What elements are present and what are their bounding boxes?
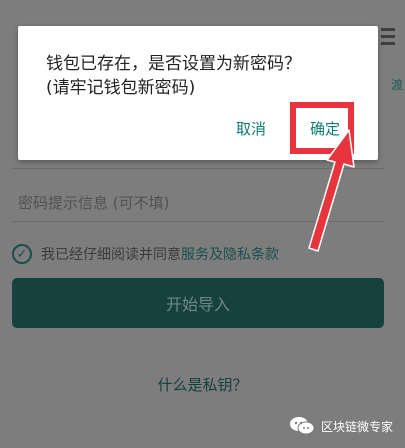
field-divider bbox=[12, 168, 384, 169]
highlight-box bbox=[290, 102, 354, 154]
cancel-button[interactable]: 取消 bbox=[236, 118, 266, 139]
dialog-message: 钱包已存在，是否设置为新密码？ bbox=[46, 54, 301, 74]
watermark-text: 区块链微专家 bbox=[320, 419, 393, 434]
check-icon: ✓ bbox=[16, 246, 28, 262]
agree-row: ✓ 我已经仔细阅读并同意 服务及隐私条款 bbox=[12, 244, 279, 264]
menu-icon[interactable] bbox=[381, 28, 395, 49]
terms-link[interactable]: 服务及隐私条款 bbox=[181, 244, 279, 264]
dialog-submessage: (请牢记钱包新密码) bbox=[46, 78, 196, 98]
agree-checkbox[interactable]: ✓ bbox=[12, 244, 32, 264]
app-screen: 渡 密码提示信息 (可不填) ✓ 我已经仔细阅读并同意 服务及隐私条款 开始导入 … bbox=[0, 0, 405, 448]
what-is-private-key-link[interactable]: 什么是私钥？ bbox=[0, 374, 405, 395]
hint-divider bbox=[12, 221, 384, 222]
wechat-icon bbox=[289, 417, 315, 435]
agree-text: 我已经仔细阅读并同意 bbox=[41, 247, 181, 263]
password-hint-input[interactable]: 密码提示信息 (可不填) bbox=[18, 192, 169, 213]
start-import-button[interactable]: 开始导入 bbox=[12, 278, 384, 328]
watermark: 区块链微专家 bbox=[289, 416, 393, 436]
edge-label: 渡 bbox=[390, 78, 403, 92]
